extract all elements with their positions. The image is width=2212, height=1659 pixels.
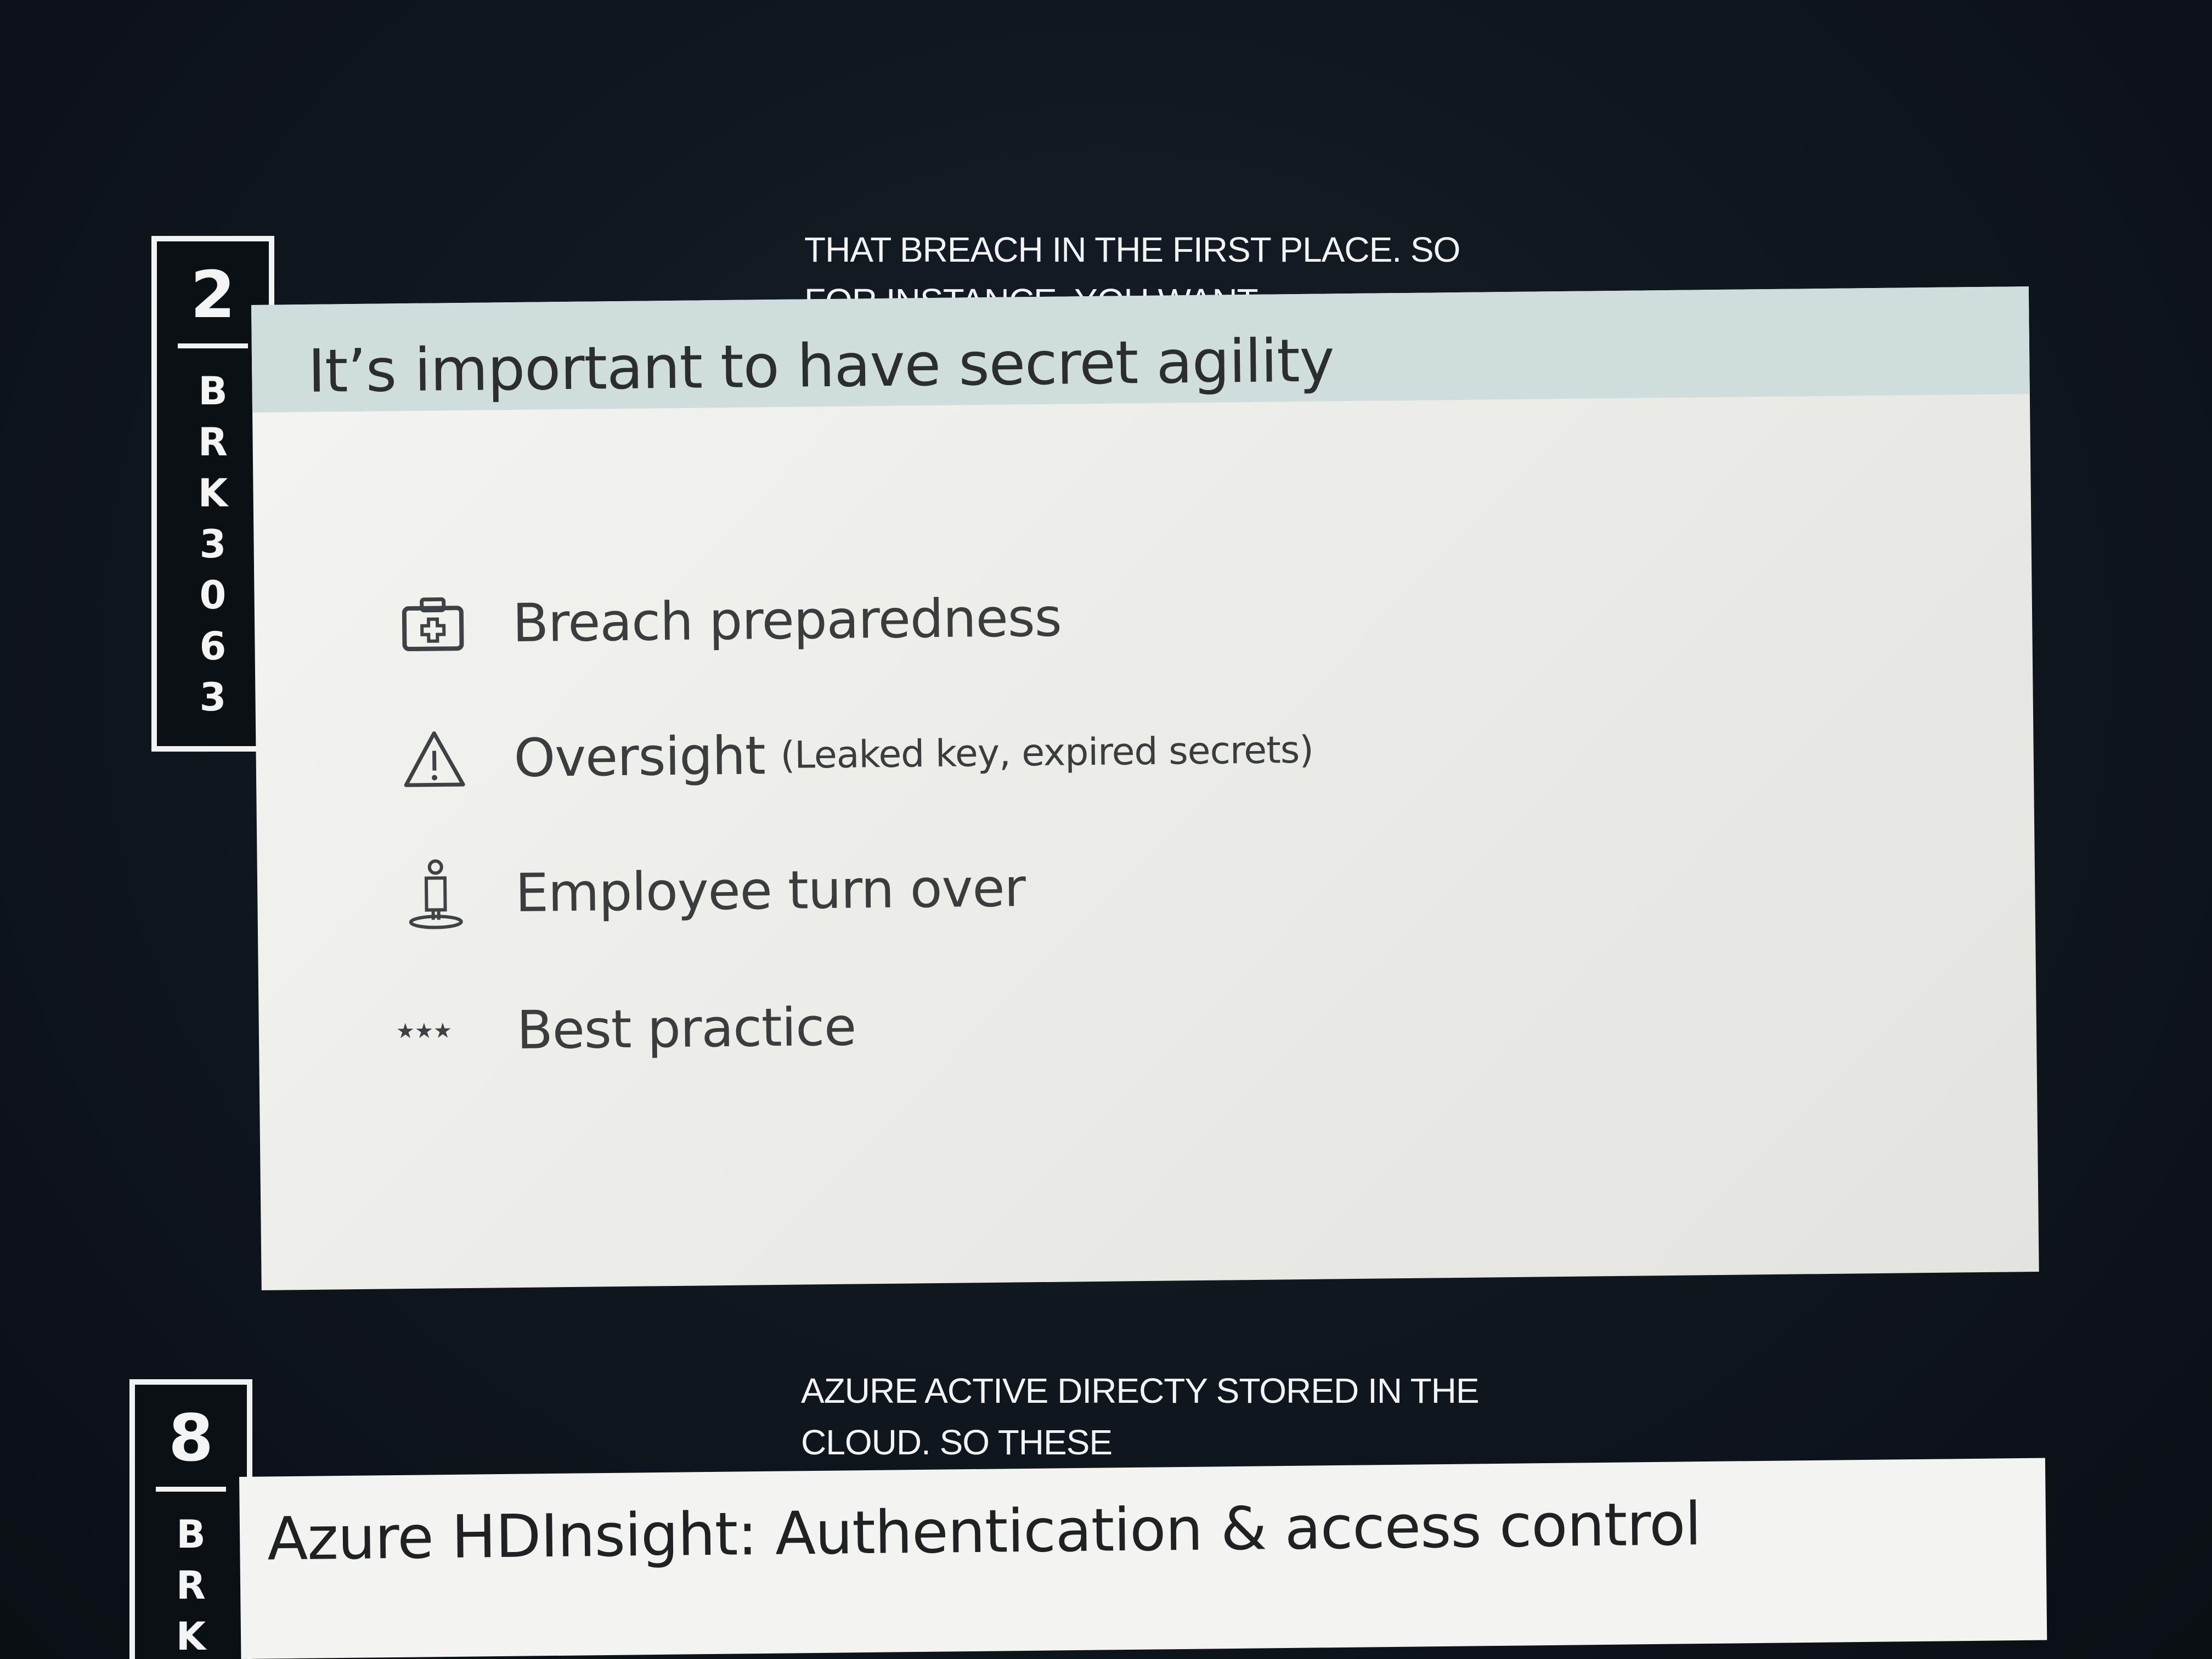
slide-panel-bottom: Azure HDInsight: Authentication & access… <box>239 1458 2047 1659</box>
badge-letter: 3 <box>199 522 227 567</box>
badge-letter: K <box>176 1614 206 1659</box>
badge-divider <box>178 343 248 348</box>
svg-text:★★★: ★★★ <box>396 1020 453 1042</box>
bullet-text: Employee turn over <box>515 857 1026 924</box>
live-caption-bottom: AZURE ACTIVE DIRECTY STORED IN THE CLOUD… <box>801 1365 1480 1468</box>
bullet-item: Employee turn over <box>400 852 1026 930</box>
caption-line: AZURE ACTIVE DIRECTY STORED IN THE <box>801 1371 1480 1410</box>
bullet-text: Breach preparedness <box>512 586 1062 654</box>
bullet-item: Oversight (Leaked key, expired secrets) <box>398 714 1313 795</box>
person-icon <box>400 858 472 930</box>
bullet-item: ★★★ Best practice <box>390 991 856 1068</box>
caption-line: CLOUD. SO THESE <box>801 1423 1113 1462</box>
bullet-subtext: (Leaked key, expired secrets) <box>780 728 1314 777</box>
stars-icon: ★★★ <box>390 995 473 1068</box>
slide-panel-top: It’s important to have secret agility Br… <box>251 286 2039 1290</box>
slide-title: It’s important to have secret agility <box>307 326 1335 406</box>
badge-letter: R <box>198 420 228 465</box>
first-aid-kit-icon <box>397 588 469 660</box>
bullet-text: Best practice <box>516 996 856 1062</box>
badge-letter: 6 <box>199 624 227 669</box>
slide-title: Azure HDInsight: Authentication & access… <box>267 1490 1701 1574</box>
caption-line: THAT BREACH IN THE FIRST PLACE. SO <box>804 230 1460 269</box>
badge-letter: B <box>198 369 228 414</box>
badge-letter: K <box>198 471 228 516</box>
bullet-item: Breach preparedness <box>397 582 1062 661</box>
badge-letter: B <box>176 1512 206 1557</box>
badge-divider <box>156 1487 226 1492</box>
badge-letter: R <box>176 1563 206 1608</box>
warning-triangle-icon <box>398 723 470 795</box>
session-badge-bottom: 8 B R K <box>129 1379 252 1659</box>
badge-number: 8 <box>168 1400 214 1476</box>
badge-session-code: B R K <box>135 1509 247 1659</box>
bullet-text: Oversight <box>514 725 766 789</box>
badge-letter: 0 <box>199 573 227 618</box>
badge-letter: 3 <box>199 675 227 720</box>
